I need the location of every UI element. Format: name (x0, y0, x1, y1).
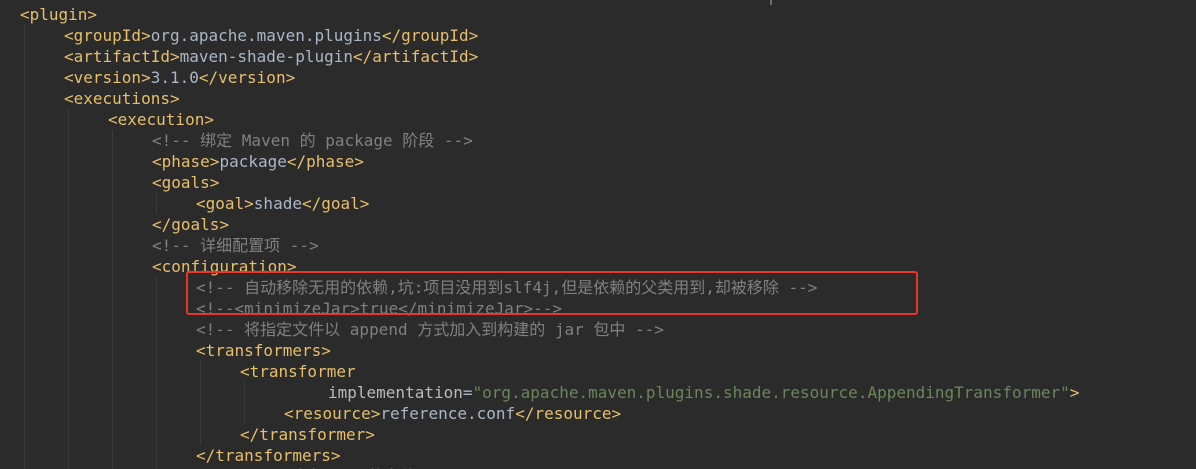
indent-guide (68, 109, 69, 469)
annotation-highlight-box (186, 271, 918, 315)
text-caret (770, 0, 772, 5)
code-token-tag: > (1069, 383, 1080, 402)
indent-guide (200, 361, 201, 445)
code-token-tag: </transformer> (240, 425, 375, 444)
code-line[interactable]: <plugin> (20, 4, 97, 25)
code-line[interactable]: implementation="org.apache.maven.plugins… (328, 382, 1079, 403)
indent-guide (24, 25, 25, 469)
code-line[interactable]: <!-- 绑定 Maven 的 package 阶段 --> (152, 130, 473, 151)
indent-guide (156, 277, 157, 469)
code-token-tag: </artifactId> (352, 47, 479, 66)
code-token-cmt: <!-- 绑定 Maven 的 package 阶段 --> (152, 131, 473, 150)
clipped-top-text (520, 0, 760, 4)
code-line[interactable]: </transformers> (196, 445, 341, 466)
code-line[interactable]: <groupId>org.apache.maven.plugins</group… (64, 25, 478, 46)
code-line[interactable]: </transformer> (240, 424, 375, 445)
code-token-tag: <artifactId> (64, 47, 180, 66)
code-token-tag: <plugin> (20, 5, 98, 24)
code-token-txt: 3.1.0 (150, 68, 199, 87)
code-token-txt: = (462, 383, 473, 402)
code-line[interactable]: <version>3.1.0</version> (64, 67, 295, 88)
code-token-tag: </version> (198, 68, 296, 87)
code-token-tag: <version> (64, 68, 151, 87)
indent-guide (156, 193, 157, 214)
code-line[interactable]: <execution> (108, 109, 214, 130)
code-line[interactable]: <!-- 将指定文件以 append 方式加入到构建的 jar 包中 --> (196, 319, 664, 340)
code-token-tag: <goals> (152, 173, 220, 192)
code-line[interactable]: <goals> (152, 172, 219, 193)
code-line[interactable]: </goals> (152, 214, 229, 235)
code-token-tag: <transformers> (196, 341, 331, 360)
code-token-txt: reference.conf (380, 404, 516, 423)
code-token-cmt: <!-- 将指定文件以 append 方式加入到构建的 jar 包中 --> (196, 320, 664, 339)
indent-guide (112, 130, 113, 469)
code-token-val: "org.apache.maven.plugins.shade.resource… (472, 383, 1070, 402)
code-token-tag: <executions> (64, 89, 180, 108)
code-token-tag: </groupId> (381, 26, 479, 45)
code-token-attr: implementation (328, 383, 463, 402)
code-token-tag: </goals> (152, 215, 230, 234)
code-token-tag: <execution> (108, 110, 214, 129)
code-line[interactable]: <goal>shade</goal> (196, 193, 369, 214)
code-token-tag: </goal> (301, 194, 370, 213)
code-token-tag: </resource> (515, 404, 622, 423)
code-token-tag: <transformer (240, 362, 356, 381)
code-line[interactable]: <executions> (64, 88, 180, 109)
code-token-txt: org.apache.maven.plugins (150, 26, 382, 45)
code-token-cmt: <!-- 详细配置项 --> (152, 236, 319, 255)
code-token-tag: <goal> (196, 194, 254, 213)
code-token-tag: </phase> (286, 152, 364, 171)
code-token-tag: <resource> (284, 404, 381, 423)
code-line[interactable]: <transformer (240, 361, 356, 382)
code-line[interactable]: <transformers> (196, 340, 331, 361)
code-token-tag: </transformers> (196, 446, 341, 465)
indent-guide (244, 382, 245, 424)
code-line[interactable]: <resource>reference.conf</resource> (284, 403, 621, 424)
code-line[interactable]: <artifactId>maven-shade-plugin</artifact… (64, 46, 478, 67)
code-token-tag: <groupId> (64, 26, 151, 45)
code-token-txt: shade (253, 194, 302, 213)
code-token-txt: package (219, 152, 287, 171)
code-line[interactable]: <phase>package</phase> (152, 151, 364, 172)
code-token-tag: <phase> (152, 152, 220, 171)
code-token-txt: maven-shade-plugin (179, 47, 353, 66)
code-editor[interactable]: <plugin> <groupId>org.apache.maven.plugin… (0, 0, 1196, 469)
code-line[interactable]: <!-- 详细配置项 --> (152, 235, 319, 256)
